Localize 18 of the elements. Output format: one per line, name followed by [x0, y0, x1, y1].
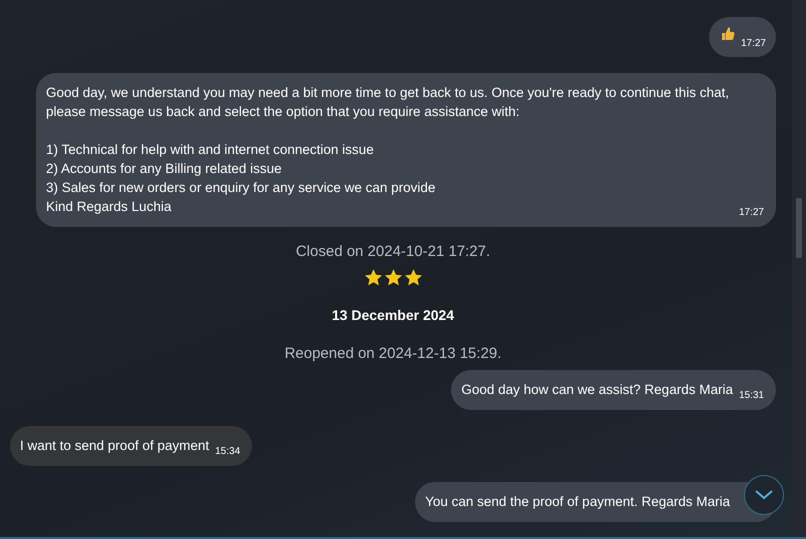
message-time: 15:34	[215, 445, 240, 459]
message-time: 17:27	[738, 206, 764, 220]
thumbs-up-icon	[720, 26, 735, 41]
scrollbar[interactable]	[792, 0, 806, 537]
scroll-down-button[interactable]	[744, 475, 784, 515]
date-divider: 13 December 2024	[332, 307, 454, 323]
star-icon	[364, 268, 382, 287]
message-time: 17:27	[740, 37, 766, 51]
message-text: Good day how can we assist? Regards Maria	[461, 381, 733, 399]
star-icon	[384, 268, 402, 287]
message-text: I want to send proof of payment	[20, 437, 210, 455]
message-text: You can send the proof of payment. Regards Maria	[425, 493, 730, 511]
status-text: Reopened on 2024-12-13 15:29.	[284, 345, 502, 362]
status-text: Closed on 2024-10-21 17:27.	[296, 243, 490, 260]
message-time: 15:31	[738, 389, 764, 403]
message-text: Good day, we understand you may need a bit more time to get back to us. Once you're ready to continue this chat, please message us back and select the option that you require assistance with: 1) Technical for help with and internet connection issue 2) Accounts for any Billing related issue 3) Sales for new orders or enquiry for any service we can provide Kind Regards Luchia	[46, 84, 730, 216]
star-icon	[404, 268, 422, 287]
chevron-down-icon	[755, 490, 773, 500]
